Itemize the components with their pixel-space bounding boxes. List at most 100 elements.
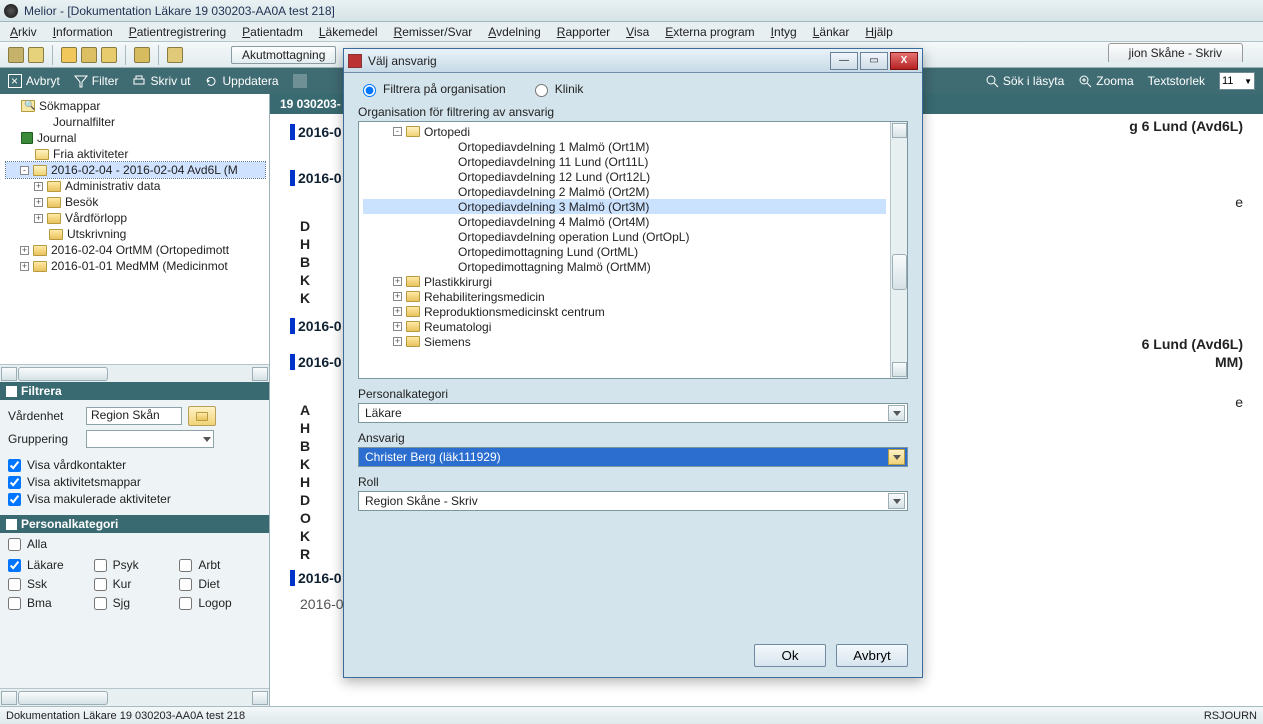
org-tree-row[interactable]: +Rehabiliteringsmedicin bbox=[363, 289, 886, 304]
scroll-thumb[interactable] bbox=[892, 254, 907, 290]
pk-item[interactable]: Diet bbox=[179, 577, 261, 591]
scroll-thumb[interactable] bbox=[18, 367, 108, 381]
toolbar-icon-open[interactable] bbox=[28, 47, 44, 63]
scroll-down-arrow[interactable] bbox=[892, 362, 907, 377]
expand-icon[interactable]: + bbox=[34, 182, 43, 191]
avbryt-button[interactable]: Avbryt bbox=[836, 644, 908, 667]
expand-icon[interactable]: + bbox=[20, 246, 29, 255]
pk-item[interactable]: Ssk bbox=[8, 577, 90, 591]
org-tree-row[interactable]: Ortopediavdelning 4 Malmö (Ort4M) bbox=[363, 214, 886, 229]
checkbox[interactable] bbox=[8, 578, 21, 591]
pk-hscroll[interactable] bbox=[0, 688, 269, 706]
checkbox[interactable] bbox=[179, 559, 192, 572]
tree-row[interactable]: +Administrativ data bbox=[6, 178, 265, 194]
checkbox[interactable] bbox=[94, 578, 107, 591]
journal-tree[interactable]: 🔍SökmapparJournalfilterJournalFria aktiv… bbox=[0, 94, 269, 364]
tree-row[interactable]: +Besök bbox=[6, 194, 265, 210]
vardenhet-browse-button[interactable] bbox=[188, 406, 216, 426]
expand-icon[interactable]: + bbox=[393, 322, 402, 331]
expand-icon[interactable]: + bbox=[393, 307, 402, 316]
org-tree-row[interactable]: +Reumatologi bbox=[363, 319, 886, 334]
chk-alla[interactable]: Alla bbox=[0, 533, 269, 551]
dropdown-button[interactable] bbox=[888, 493, 905, 509]
expand-icon[interactable]: - bbox=[20, 166, 29, 175]
org-tree-row[interactable]: Ortopediavdelning operation Lund (OrtOpL… bbox=[363, 229, 886, 244]
chk-vardkontakter[interactable]: Visa vårdkontakter bbox=[8, 458, 261, 472]
menu-item[interactable]: Avdelning bbox=[488, 25, 541, 39]
menu-item[interactable]: Patientadm bbox=[242, 25, 303, 39]
menu-item[interactable]: Rapporter bbox=[557, 25, 610, 39]
checkbox[interactable] bbox=[8, 459, 21, 472]
radio[interactable] bbox=[363, 84, 376, 97]
org-tree-row[interactable]: +Siemens bbox=[363, 334, 886, 349]
menu-item[interactable]: Länkar bbox=[813, 25, 850, 39]
pk-item[interactable]: Psyk bbox=[94, 558, 176, 572]
org-tree-row[interactable]: Ortopediavdelning 2 Malmö (Ort2M) bbox=[363, 184, 886, 199]
checkbox[interactable] bbox=[8, 493, 21, 506]
extra-action-1[interactable] bbox=[293, 74, 307, 88]
org-tree-row[interactable]: +Reproduktionsmedicinskt centrum bbox=[363, 304, 886, 319]
tree-row[interactable]: +Vårdförlopp bbox=[6, 210, 265, 226]
roll-dropdown[interactable]: Region Skåne - Skriv bbox=[358, 491, 908, 511]
pk-item[interactable]: Logop bbox=[179, 596, 261, 610]
vardenhet-input[interactable]: Region Skån bbox=[86, 407, 182, 425]
toolbar-icon-bookmark[interactable] bbox=[134, 47, 150, 63]
dialog-titlebar[interactable]: Välj ansvarig — ▭ X bbox=[344, 49, 922, 73]
tree-row[interactable]: Journal bbox=[6, 130, 265, 146]
org-tree-row[interactable]: Ortopedimottagning Malmö (OrtMM) bbox=[363, 259, 886, 274]
org-tree-row[interactable]: Ortopediavdelning 12 Lund (Ort12L) bbox=[363, 169, 886, 184]
toolbar-icon-undo[interactable] bbox=[81, 47, 97, 63]
checkbox[interactable] bbox=[8, 597, 21, 610]
menu-item[interactable]: Arkiv bbox=[10, 25, 37, 39]
menu-item[interactable]: Remisser/Svar bbox=[394, 25, 473, 39]
tree-row[interactable]: -2016-02-04 - 2016-02-04 Avd6L (M bbox=[6, 162, 265, 178]
toolbar-icon-redo[interactable] bbox=[101, 47, 117, 63]
tree-row[interactable]: Fria aktiviteter bbox=[6, 146, 265, 162]
filtrera-header[interactable]: Filtrera bbox=[0, 382, 269, 400]
personalkategori-header[interactable]: Personalkategori bbox=[0, 515, 269, 533]
toolbar-icon-edit[interactable] bbox=[61, 47, 77, 63]
menu-item[interactable]: Visa bbox=[626, 25, 649, 39]
ok-button[interactable]: Ok bbox=[754, 644, 826, 667]
org-tree-row[interactable]: Ortopediavdelning 3 Malmö (Ort3M) bbox=[363, 199, 886, 214]
checkbox[interactable] bbox=[179, 597, 192, 610]
menu-item[interactable]: Intyg bbox=[771, 25, 797, 39]
search-action[interactable]: Sök i läsyta bbox=[985, 74, 1064, 88]
scroll-right-arrow[interactable] bbox=[252, 367, 268, 381]
org-tree-row[interactable]: Ortopedimottagning Lund (OrtML) bbox=[363, 244, 886, 259]
tree-row[interactable]: Journalfilter bbox=[6, 114, 265, 130]
gruppering-dropdown[interactable] bbox=[86, 430, 214, 448]
scroll-thumb[interactable] bbox=[18, 691, 108, 705]
chk-makulerade[interactable]: Visa makulerade aktiviteter bbox=[8, 492, 261, 506]
ansvarig-dropdown[interactable]: Christer Berg (läk111929) bbox=[358, 447, 908, 467]
expand-icon[interactable]: + bbox=[34, 198, 43, 207]
pk-item[interactable]: Arbt bbox=[179, 558, 261, 572]
avbryt-action[interactable]: × Avbryt bbox=[8, 74, 60, 88]
radio-klinik[interactable]: Klinik bbox=[530, 81, 584, 97]
expand-icon[interactable]: + bbox=[20, 262, 29, 271]
checkbox[interactable] bbox=[94, 559, 107, 572]
refresh-action[interactable]: Uppdatera bbox=[204, 74, 278, 88]
expand-icon[interactable]: + bbox=[34, 214, 43, 223]
pk-item[interactable]: Kur bbox=[94, 577, 176, 591]
role-tab[interactable]: jion Skåne - Skriv bbox=[1108, 43, 1243, 62]
radio[interactable] bbox=[535, 84, 548, 97]
maximize-button[interactable]: ▭ bbox=[860, 52, 888, 70]
tree-hscroll[interactable] bbox=[0, 364, 269, 382]
tree-vscroll[interactable] bbox=[890, 122, 907, 378]
org-tree-row[interactable]: Ortopediavdelning 1 Malmö (Ort1M) bbox=[363, 139, 886, 154]
org-tree-row[interactable]: Ortopediavdelning 11 Lund (Ort11L) bbox=[363, 154, 886, 169]
close-button[interactable]: X bbox=[890, 52, 918, 70]
chk-aktivitetsmappar[interactable]: Visa aktivitetsmappar bbox=[8, 475, 261, 489]
scroll-left-arrow[interactable] bbox=[1, 691, 17, 705]
org-tree-row[interactable]: +Plastikkirurgi bbox=[363, 274, 886, 289]
org-tree[interactable]: -OrtopediOrtopediavdelning 1 Malmö (Ort1… bbox=[358, 121, 908, 379]
toolbar-icon-misc[interactable] bbox=[167, 47, 183, 63]
print-action[interactable]: Skriv ut bbox=[132, 74, 190, 88]
pk-item[interactable]: Läkare bbox=[8, 558, 90, 572]
dropdown-button[interactable] bbox=[888, 449, 905, 465]
org-tree-row[interactable]: -Ortopedi bbox=[363, 124, 886, 139]
minimize-button[interactable]: — bbox=[830, 52, 858, 70]
menu-item[interactable]: Läkemedel bbox=[319, 25, 378, 39]
scroll-up-arrow[interactable] bbox=[892, 123, 907, 138]
